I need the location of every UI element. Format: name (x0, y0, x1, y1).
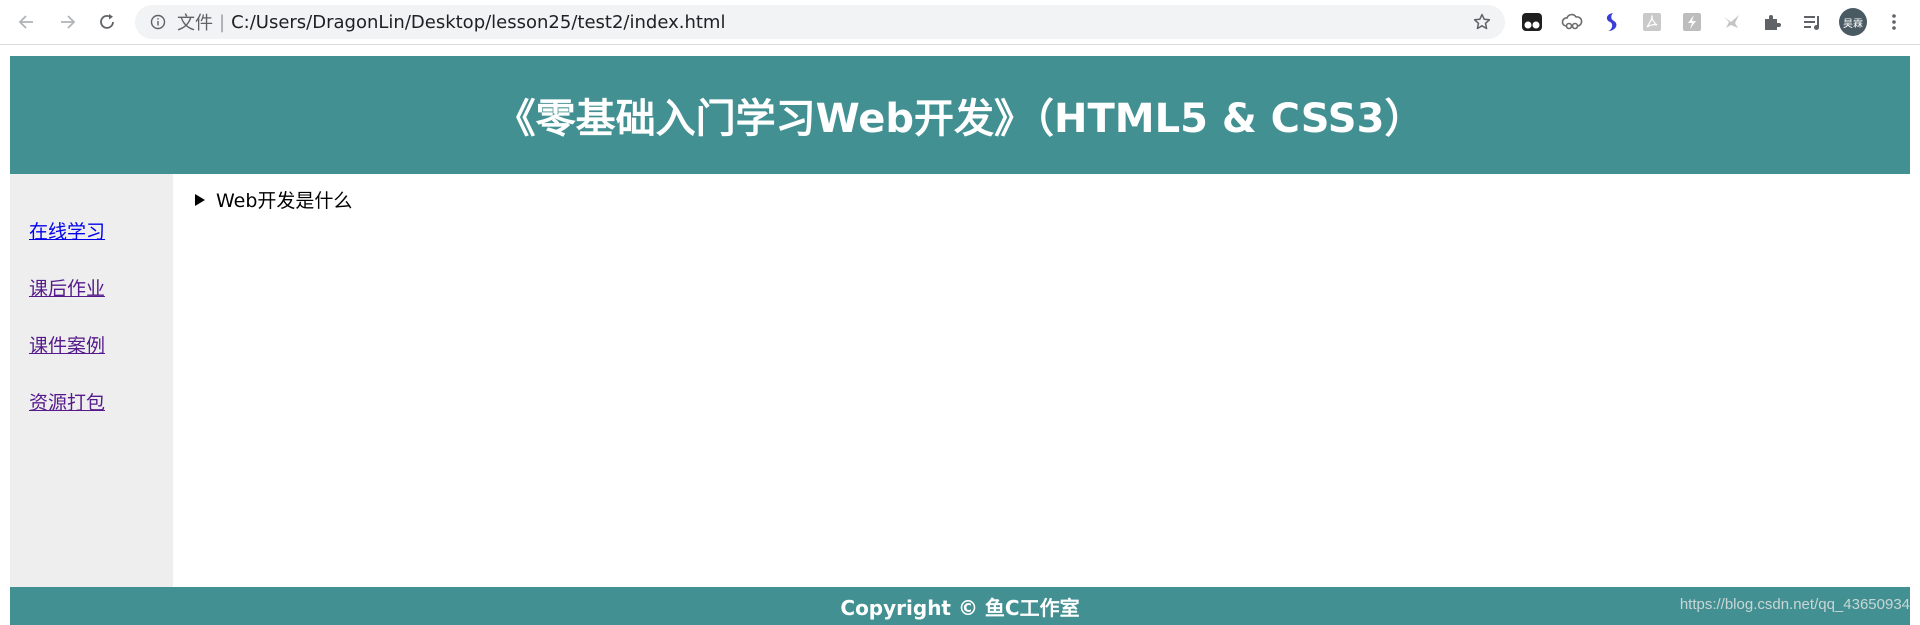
nav-link-course-cases[interactable]: 课件案例 (29, 331, 105, 358)
star-icon[interactable] (1471, 11, 1493, 33)
nav-link-resources[interactable]: 资源打包 (29, 388, 105, 415)
disclosure-triangle-icon[interactable] (195, 193, 205, 206)
main-content: Web开发是什么 (173, 174, 1910, 587)
back-button[interactable] (12, 7, 42, 37)
web-page: 《零基础入门学习Web开发》（HTML5 & CSS3） 在线学习 课后作业 课… (10, 56, 1910, 625)
bird-icon[interactable] (1720, 10, 1744, 34)
site-header: 《零基础入门学习Web开发》（HTML5 & CSS3） (10, 56, 1910, 174)
details-summary-label: Web开发是什么 (216, 190, 353, 212)
reload-button[interactable] (92, 7, 122, 37)
url-text[interactable]: C:/Users/DragonLin/Desktop/lesson25/test… (231, 12, 725, 33)
details-summary[interactable]: Web开发是什么 (195, 186, 352, 213)
page-title: 《零基础入门学习Web开发》（HTML5 & CSS3） (495, 96, 1425, 142)
sidebar-nav: 在线学习 课后作业 课件案例 资源打包 (10, 174, 173, 587)
cloud-link-icon[interactable] (1560, 10, 1584, 34)
reload-icon (100, 14, 114, 29)
browser-toolbar: 文件 | C:/Users/DragonLin/Desktop/lesson25… (0, 0, 1920, 45)
puzzle-icon[interactable] (1760, 10, 1784, 34)
address-bar[interactable]: 文件 | C:/Users/DragonLin/Desktop/lesson25… (135, 5, 1505, 39)
blue-s-icon[interactable] (1600, 10, 1624, 34)
copyright-text: Copyright © 鱼C工作室 (840, 595, 1080, 620)
nav-link-homework[interactable]: 课后作业 (29, 274, 105, 301)
avatar[interactable]: 昊霖 (1839, 8, 1867, 36)
pdf-icon[interactable] (1640, 10, 1664, 34)
info-icon[interactable] (149, 13, 167, 31)
reading-list-icon[interactable] (1800, 10, 1824, 34)
nav-link-online-study[interactable]: 在线学习 (29, 217, 105, 244)
bolt-icon[interactable] (1680, 10, 1704, 34)
url-separator: | (219, 11, 226, 33)
forward-button[interactable] (52, 7, 82, 37)
arrow-right-icon (61, 15, 76, 29)
arrow-left-icon (18, 15, 33, 29)
site-footer: Copyright © 鱼C工作室 (10, 587, 1910, 625)
watermark-text: https://blog.csdn.net/qq_43650934 (1679, 596, 1910, 613)
more-vert-icon[interactable] (1882, 10, 1906, 34)
url-scheme-label: 文件 (177, 13, 213, 34)
avatar-text: 昊霖 (1843, 18, 1863, 30)
tampermonkey-icon[interactable] (1520, 10, 1544, 34)
